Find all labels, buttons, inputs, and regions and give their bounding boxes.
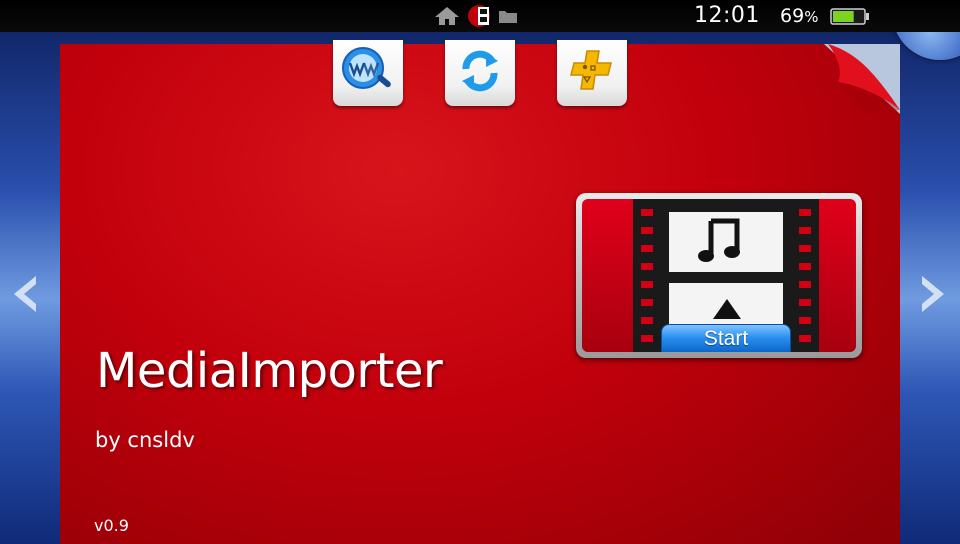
www-search-icon — [339, 46, 397, 100]
clock: 12:01 — [694, 3, 760, 28]
right-arrow-icon[interactable] — [918, 272, 948, 316]
psplus-icon — [567, 47, 617, 99]
page-curl-icon[interactable] — [824, 44, 900, 114]
browser-button[interactable] — [333, 40, 403, 106]
app-icon — [466, 4, 492, 28]
refresh-icon — [456, 47, 504, 99]
launch-tile[interactable]: Start — [576, 193, 862, 358]
refresh-button[interactable] — [445, 40, 515, 106]
battery-percent-unit: % — [804, 8, 819, 26]
battery-percentage: 69% — [780, 5, 818, 27]
folder-icon — [498, 8, 518, 24]
app-author: by cnsldv — [95, 428, 195, 452]
psplus-button[interactable] — [557, 40, 627, 106]
app-title: MediaImporter — [96, 343, 443, 399]
launch-tile-art: Start — [582, 199, 856, 352]
home-icon — [434, 6, 460, 26]
battery-percent-value: 69 — [780, 5, 805, 27]
status-bar: 12:01 69% — [0, 0, 960, 32]
start-button[interactable]: Start — [661, 324, 791, 352]
app-version: v0.9 — [94, 516, 129, 535]
battery-icon — [830, 8, 870, 25]
status-icons — [434, 5, 518, 27]
left-arrow-icon[interactable] — [10, 272, 40, 316]
